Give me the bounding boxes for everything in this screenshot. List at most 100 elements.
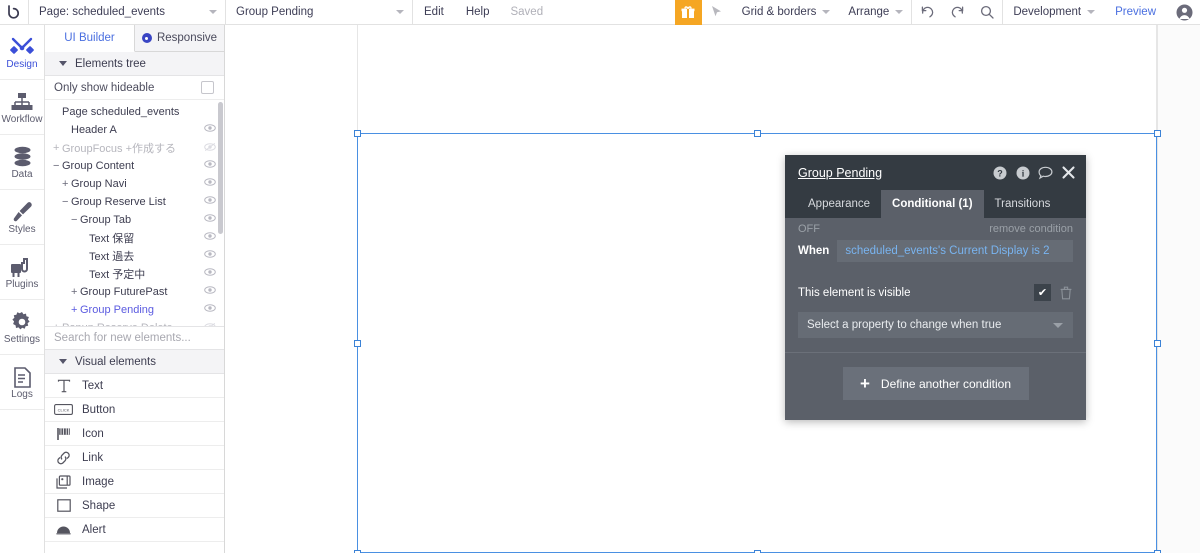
visual-element-alert[interactable]: Alert: [45, 518, 224, 542]
rail-item-plugins[interactable]: Plugins: [0, 245, 44, 300]
visual-element-label: Icon: [82, 427, 104, 440]
help-icon[interactable]: ?: [992, 165, 1007, 180]
select-property-dropdown[interactable]: Select a property to change when true: [798, 312, 1073, 338]
eye-visible-icon[interactable]: [204, 232, 216, 244]
paintbrush-icon: [11, 200, 34, 223]
collapse-icon[interactable]: −: [53, 160, 62, 172]
eye-visible-icon: [204, 106, 216, 118]
plus-icon: +: [859, 374, 870, 393]
elements-tree-header[interactable]: Elements tree: [45, 52, 224, 76]
resize-handle-w[interactable]: [354, 340, 361, 347]
visual-element-link[interactable]: Link: [45, 446, 224, 470]
expand-icon[interactable]: +: [71, 286, 80, 298]
visual-element-text[interactable]: Text: [45, 374, 224, 398]
rail-item-data[interactable]: Data: [0, 135, 44, 190]
tree-node[interactable]: − Group Reserve List: [45, 193, 224, 211]
property-editor-popup[interactable]: Group Pending ? i Appearance Conditional…: [785, 155, 1086, 420]
version-selector[interactable]: Development: [1003, 0, 1103, 25]
expand-icon[interactable]: +: [53, 142, 62, 154]
tree-node[interactable]: Page scheduled_events: [45, 103, 224, 121]
eye-visible-icon[interactable]: [204, 286, 216, 298]
expand-icon[interactable]: +: [71, 304, 80, 316]
rail-item-logs[interactable]: Logs: [0, 355, 44, 410]
visual-elements-header[interactable]: Visual elements: [45, 350, 224, 374]
tree-node[interactable]: + GroupFocus +作成する: [45, 139, 224, 157]
redo-icon[interactable]: [942, 0, 972, 25]
bubble-editor-window: Page: scheduled_events Group Pending Edi…: [0, 0, 1200, 553]
tab-responsive[interactable]: Responsive: [135, 25, 224, 51]
close-icon[interactable]: [1061, 165, 1076, 180]
expand-icon[interactable]: +: [53, 322, 62, 326]
tree-node[interactable]: − Group Tab: [45, 211, 224, 229]
tab-appearance[interactable]: Appearance: [797, 190, 881, 218]
undo-icon[interactable]: [912, 0, 942, 25]
eye-visible-icon[interactable]: [204, 124, 216, 136]
help-menu[interactable]: Help: [455, 0, 501, 25]
visual-element-image[interactable]: Image: [45, 470, 224, 494]
tree-node[interactable]: Header A: [45, 121, 224, 139]
visual-element-shape[interactable]: Shape: [45, 494, 224, 518]
tab-conditional[interactable]: Conditional (1): [881, 190, 984, 218]
rail-item-design[interactable]: Design: [0, 25, 44, 80]
page-selector[interactable]: Page: scheduled_events: [29, 0, 225, 25]
eye-visible-icon[interactable]: [204, 268, 216, 280]
preview-button[interactable]: Preview: [1103, 6, 1168, 18]
tree-node[interactable]: + Group Navi: [45, 175, 224, 193]
element-selector[interactable]: Group Pending: [226, 0, 412, 25]
tab-ui-builder[interactable]: UI Builder: [45, 25, 135, 52]
user-avatar-icon[interactable]: [1168, 0, 1200, 25]
eye-visible-icon[interactable]: [204, 304, 216, 316]
eye-visible-icon[interactable]: [204, 178, 216, 190]
bubble-logo-icon[interactable]: [0, 0, 28, 25]
collapse-icon[interactable]: −: [62, 196, 71, 208]
eye-hidden-icon[interactable]: [204, 142, 216, 154]
top-toolbar: Page: scheduled_events Group Pending Edi…: [0, 0, 1200, 25]
arrange-menu[interactable]: Arrange: [838, 0, 911, 25]
eye-visible-icon[interactable]: [204, 214, 216, 226]
pointer-icon[interactable]: [702, 0, 732, 25]
edit-menu[interactable]: Edit: [413, 0, 455, 25]
define-another-condition-button[interactable]: + Define another condition: [842, 367, 1029, 400]
resize-handle-n[interactable]: [754, 130, 761, 137]
rail-item-workflow[interactable]: Workflow: [0, 80, 44, 135]
trash-icon[interactable]: [1059, 285, 1073, 301]
collapse-icon[interactable]: −: [71, 214, 80, 226]
when-expression-field[interactable]: scheduled_events's Current Display is 2: [837, 240, 1073, 262]
grid-borders-menu[interactable]: Grid & borders: [732, 0, 839, 25]
tree-node[interactable]: − Group Content: [45, 157, 224, 175]
only-show-hideable-row[interactable]: Only show hideable: [45, 76, 224, 100]
rail-item-styles[interactable]: Styles: [0, 190, 44, 245]
rail-item-settings[interactable]: Settings: [0, 300, 44, 355]
visual-element-button[interactable]: CLICK Button: [45, 398, 224, 422]
tab-responsive-label: Responsive: [156, 32, 218, 44]
visual-element-icon[interactable]: Icon: [45, 422, 224, 446]
tree-node[interactable]: Text 過去: [45, 247, 224, 265]
search-icon[interactable]: [972, 0, 1002, 25]
eye-visible-icon[interactable]: [204, 250, 216, 262]
eye-hidden-icon[interactable]: [204, 322, 216, 326]
tree-scrollbar[interactable]: [218, 102, 223, 234]
eye-visible-icon[interactable]: [204, 196, 216, 208]
expand-icon[interactable]: +: [62, 178, 71, 190]
tree-node[interactable]: +Popup Reserve Delete: [45, 319, 224, 326]
info-icon[interactable]: i: [1015, 165, 1030, 180]
eye-visible-icon[interactable]: [204, 160, 216, 172]
resize-handle-e[interactable]: [1154, 340, 1161, 347]
visible-checkbox[interactable]: ✔: [1034, 284, 1051, 301]
only-show-hideable-checkbox[interactable]: [201, 81, 214, 94]
tree-node[interactable]: Text 予定中: [45, 265, 224, 283]
visual-element-label: Button: [82, 403, 116, 416]
tab-transitions[interactable]: Transitions: [984, 190, 1062, 218]
tree-node[interactable]: Text 保留: [45, 229, 224, 247]
tree-node[interactable]: + Group Pending: [45, 301, 224, 319]
resize-handle-ne[interactable]: [1154, 130, 1161, 137]
tree-node[interactable]: + Group FuturePast: [45, 283, 224, 301]
resize-handle-nw[interactable]: [354, 130, 361, 137]
search-new-elements-input[interactable]: Search for new elements...: [45, 326, 224, 350]
tree-node-label: Page scheduled_events: [62, 106, 180, 118]
gift-icon[interactable]: [674, 0, 702, 25]
remove-condition-button[interactable]: remove condition: [989, 223, 1073, 235]
chevron-down-icon: [59, 359, 67, 364]
tab-conditional-label: Conditional (1): [892, 198, 973, 210]
comment-icon[interactable]: [1038, 165, 1053, 180]
